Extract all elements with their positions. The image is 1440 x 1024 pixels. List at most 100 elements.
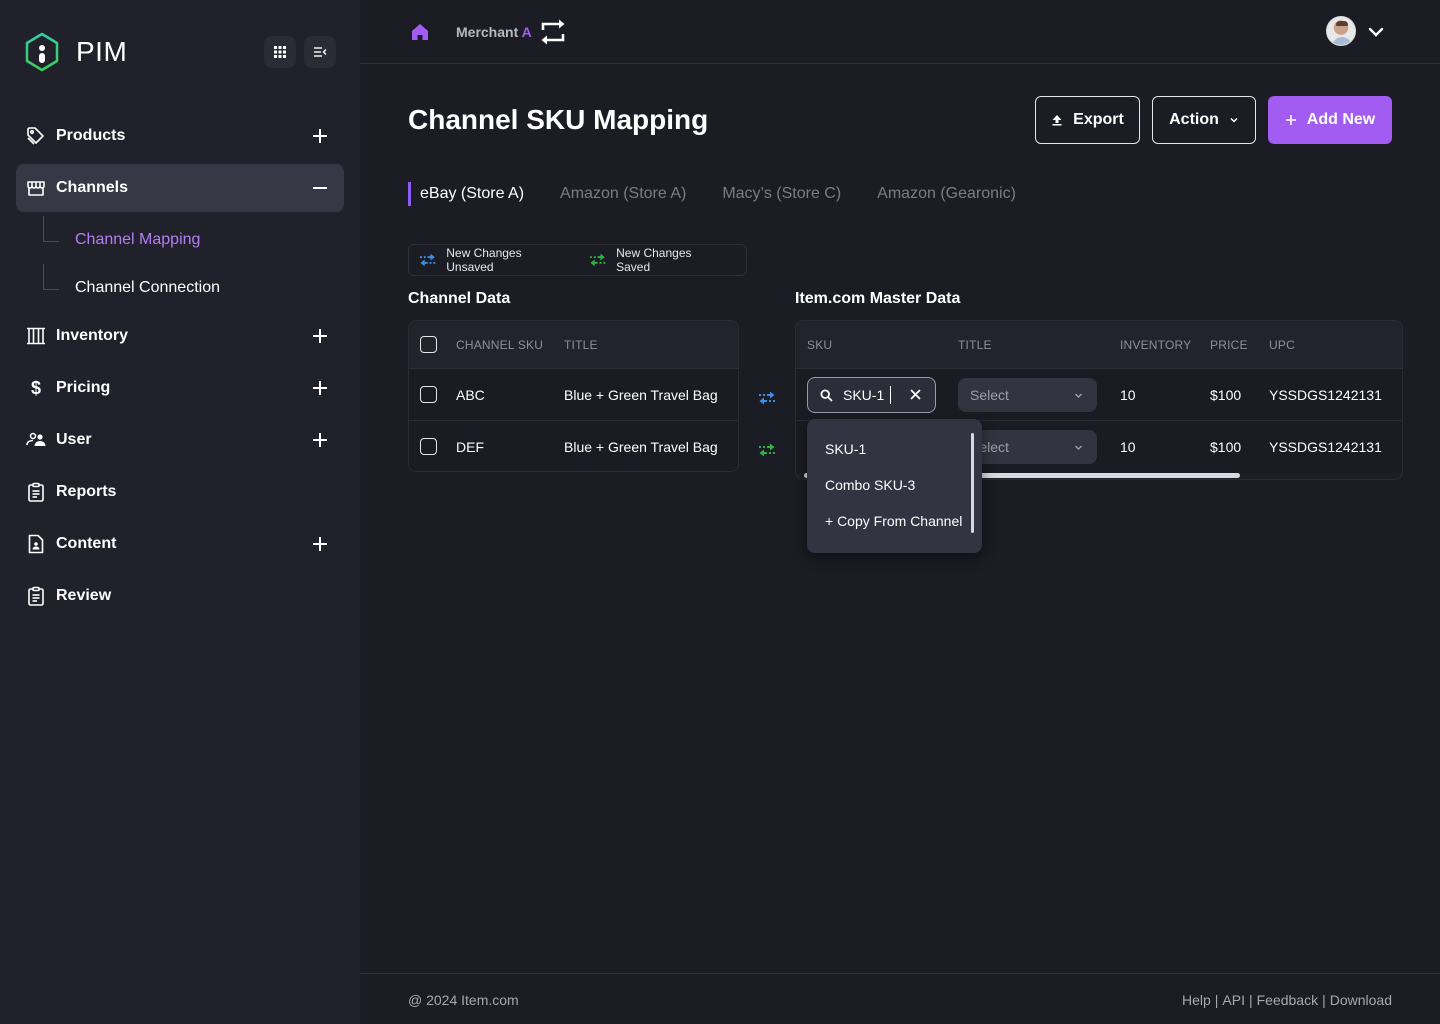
logo-icon [25,32,59,72]
clipboard-icon [26,482,46,502]
home-icon[interactable] [410,22,430,42]
select-all-checkbox[interactable] [420,336,437,353]
plus-icon[interactable] [310,534,330,554]
sync-unsaved-icon [759,391,775,405]
title-select-value: Select [970,387,1009,403]
footer-link-help[interactable]: Help [1182,992,1211,1008]
document-user-icon [26,534,46,554]
footer-link-feedback[interactable]: Feedback [1257,992,1318,1008]
merchant-prefix: Merchant [456,24,522,40]
avatar-shirt [1332,37,1352,45]
sidebar-item-reports[interactable]: Reports [16,468,344,516]
master-data-title: Item.com Master Data [795,290,961,307]
row-checkbox[interactable] [420,438,437,455]
column-header-title: TITLE [958,338,992,352]
collapse-menu-icon [314,47,327,57]
sync-saved-icon [759,443,775,457]
title-select[interactable]: Select [958,378,1097,412]
inventory-cell: 10 [1120,387,1136,403]
dropdown-option-combo-sku-3[interactable]: Combo SKU-3 [807,467,982,503]
tab-amazon-store-a[interactable]: Amazon (Store A) [560,182,686,206]
sync-unsaved-icon [419,253,436,267]
title-cell: Blue + Green Travel Bag [564,439,718,455]
table-row: ABC Blue + Green Travel Bag [409,369,738,421]
tab-macys-store-c[interactable]: Macy’s (Store C) [722,182,841,206]
chevron-down-icon[interactable] [1366,22,1386,42]
column-header-sku: SKU [807,338,833,352]
sidebar-item-channels[interactable]: Channels [16,164,344,212]
separator: | [1248,992,1253,1008]
warehouse-icon [26,326,46,346]
users-icon [26,430,46,450]
sidebar-item-pricing[interactable]: $ Pricing [16,364,344,412]
export-label: Export [1073,111,1124,128]
sidebar-item-review[interactable]: Review [16,572,344,620]
sidebar-item-products[interactable]: Products [16,112,344,160]
tree-branch [43,216,59,242]
sku-search-field[interactable] [807,377,936,413]
sku-search-input[interactable] [843,386,891,404]
grid-icon [274,46,286,58]
footer: @ 2024 Item.com Help | API | Feedback | Dow… [360,973,1440,1024]
status-legend: New Changes Unsaved New Changes Saved [408,244,747,276]
sidebar-subitem-label: Channel Mapping [75,231,201,248]
table-row: DEF Blue + Green Travel Bag [409,421,738,471]
plus-icon[interactable] [310,430,330,450]
channel-tabs: eBay (Store A) Amazon (Store A) Macy’s (… [408,182,1052,206]
dropdown-option-copy-from-channel[interactable]: + Copy From Channel [807,503,982,539]
add-new-button[interactable]: Add New [1268,96,1392,144]
brand[interactable]: PIM [24,32,127,72]
upload-icon [1052,115,1062,126]
legend-unsaved-label: New Changes Unsaved [446,246,522,274]
inventory-cell: 10 [1120,439,1136,455]
sidebar-item-inventory[interactable]: Inventory [16,312,344,360]
merchant-accent: A [521,24,532,40]
channel-sku-cell: DEF [456,439,484,455]
footer-link-api[interactable]: API [1222,992,1245,1008]
sidebar-item-user[interactable]: User [16,416,344,464]
column-header-channel-sku: CHANNEL SKU [456,338,544,352]
tag-icon [26,126,46,146]
dollar-icon: $ [26,378,46,398]
sidebar-item-label: Reports [56,483,117,500]
footer-link-download[interactable]: Download [1330,992,1392,1008]
action-button[interactable]: Action [1152,96,1256,144]
svg-text:$: $ [31,378,41,398]
sidebar-item-label: User [56,431,92,448]
plus-icon[interactable] [310,378,330,398]
sidebar-item-label: Pricing [56,379,111,396]
sidebar-item-label: Inventory [56,327,129,344]
dropdown-option-sku-1[interactable]: SKU-1 [807,431,982,467]
search-icon [820,388,833,402]
minus-icon[interactable] [310,178,330,198]
sidebar-subitem-channel-connection[interactable]: Channel Connection [16,264,344,312]
collapse-sidebar-button[interactable] [304,36,336,68]
sidebar-subitem-channel-mapping[interactable]: Channel Mapping [16,216,344,264]
legend-saved-label: New Changes Saved [616,246,692,274]
merchant-name[interactable]: Merchant A [456,24,532,40]
upc-cell: YSSDGS1242131 [1269,387,1382,403]
store-icon [26,178,46,198]
row-checkbox[interactable] [420,386,437,403]
export-button[interactable]: Export [1035,96,1140,144]
sync-saved-icon [589,253,606,267]
plus-icon[interactable] [310,326,330,346]
sidebar-item-content[interactable]: Content [16,520,344,568]
close-icon[interactable] [910,389,921,400]
chevron-down-icon [1075,393,1082,398]
switch-icon[interactable] [540,18,566,46]
table-header: SKU TITLE INVENTORY PRICE UPC [796,321,1402,369]
apps-grid-button[interactable] [264,36,296,68]
chevron-down-icon [1230,117,1238,123]
column-header-price: PRICE [1210,338,1248,352]
tab-amazon-gearonic[interactable]: Amazon (Gearonic) [877,182,1016,206]
title-cell: Blue + Green Travel Bag [564,387,718,403]
avatar[interactable] [1326,16,1356,46]
action-label: Action [1169,111,1219,128]
tab-ebay-store-a[interactable]: eBay (Store A) [408,182,524,206]
page-title: Channel SKU Mapping [408,104,709,135]
dropdown-scrollbar[interactable] [971,433,974,533]
channel-data-title: Channel Data [408,290,511,307]
plus-icon[interactable] [310,126,330,146]
sidebar-subitem-label: Channel Connection [75,279,220,296]
